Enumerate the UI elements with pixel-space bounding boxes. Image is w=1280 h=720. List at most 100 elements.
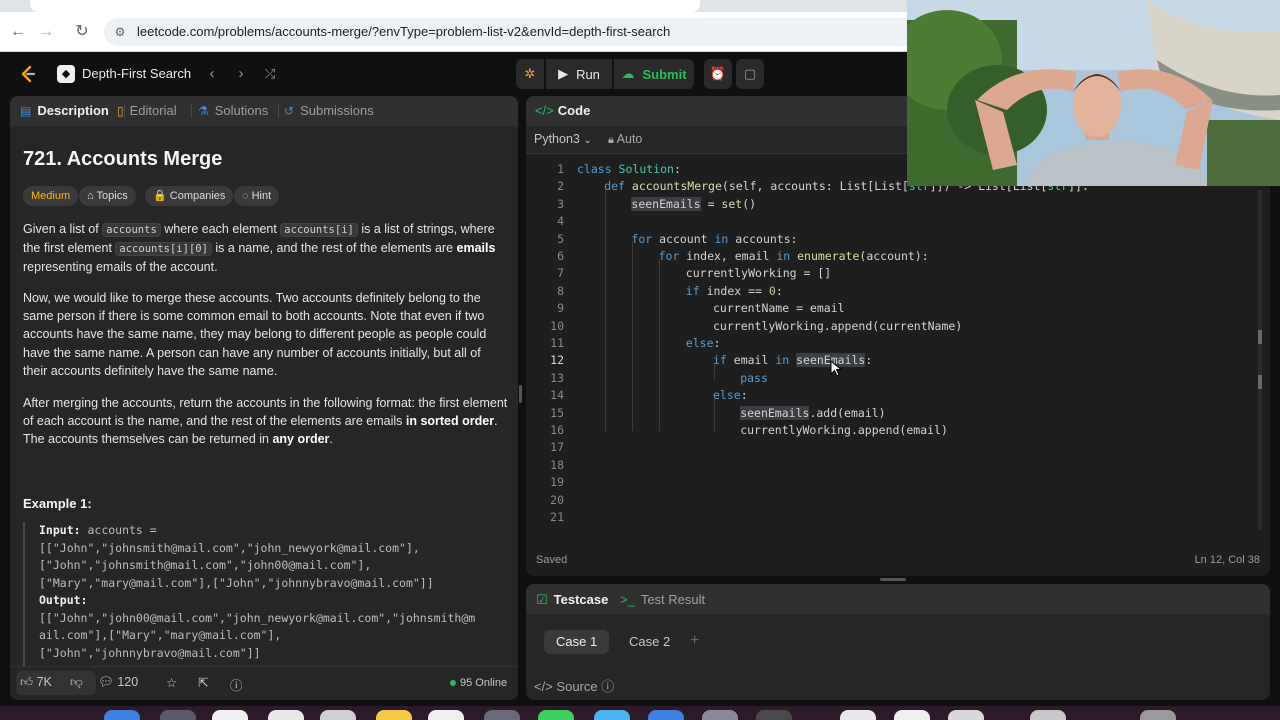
language-select[interactable]: Python3 ⌄ bbox=[534, 132, 592, 146]
code-line[interactable]: else: bbox=[713, 388, 748, 402]
terminal-icon: >_ bbox=[620, 592, 635, 607]
dock-app-icon[interactable] bbox=[948, 710, 984, 720]
case-1-tab[interactable]: Case 1 bbox=[544, 630, 610, 654]
next-problem-icon[interactable]: › bbox=[232, 64, 250, 84]
tab-submissions[interactable]: ↺ Submissions bbox=[284, 103, 374, 118]
star-icon[interactable]: ☆ bbox=[166, 675, 177, 690]
tab-testcase[interactable]: ☑ Testcase bbox=[536, 592, 608, 608]
help-icon[interactable]: ⓘ bbox=[230, 675, 243, 694]
indent-guide bbox=[659, 259, 660, 431]
dock-app-icon[interactable] bbox=[1030, 710, 1066, 720]
dock-app-icon[interactable] bbox=[160, 710, 196, 720]
forward-icon[interactable]: → bbox=[36, 22, 56, 42]
cloud-upload-icon: ☁ bbox=[621, 66, 635, 81]
line-number: 15 bbox=[550, 405, 564, 420]
dock-app-icon[interactable] bbox=[268, 710, 304, 720]
comments-button[interactable]: 💬︎ 120 bbox=[98, 675, 138, 690]
testcase-tabs: ☑ Testcase >_ Test Result bbox=[526, 584, 1270, 614]
line-number: 4 bbox=[557, 214, 564, 229]
example-title: Example 1: bbox=[23, 496, 92, 511]
dock-app-icon[interactable] bbox=[376, 710, 412, 720]
add-case-icon[interactable]: + bbox=[690, 632, 699, 650]
line-number: 14 bbox=[550, 388, 564, 403]
back-icon[interactable]: ← bbox=[8, 22, 28, 42]
webcam-overlay bbox=[907, 0, 1280, 186]
code-area[interactable]: 1 2 3 4 5 6 7 8 9 10 11 12 13 14 15 16 17 18 19 20 21 class S… bbox=[526, 160, 1270, 540]
dock-app-icon[interactable] bbox=[840, 710, 876, 720]
dock-app-icon[interactable] bbox=[428, 710, 464, 720]
dock-app-icon[interactable] bbox=[484, 710, 520, 720]
problem-list-title[interactable]: Depth-First Search bbox=[82, 66, 191, 81]
lock-icon: 🔒︎ bbox=[608, 134, 614, 146]
timer-icon[interactable]: ⏰ bbox=[704, 59, 732, 89]
indent-guide bbox=[632, 241, 633, 431]
tab-editorial[interactable]: ▯ Editorial bbox=[117, 103, 177, 118]
code-line[interactable]: if email in seenEmails: bbox=[713, 353, 872, 368]
like-button[interactable]: 👍︎ 7K bbox=[20, 675, 52, 690]
problem-list-icon[interactable]: ◆ bbox=[57, 65, 75, 83]
editor-scrollbar[interactable] bbox=[1258, 190, 1262, 530]
dock-app-icon[interactable] bbox=[212, 710, 248, 720]
tab-solutions[interactable]: ⚗ Solutions bbox=[198, 103, 268, 118]
flask-icon: ⚗ bbox=[198, 104, 209, 118]
case-2-tab[interactable]: Case 2 bbox=[617, 630, 682, 654]
reload-icon[interactable]: ↻ bbox=[72, 22, 92, 42]
code-line[interactable]: seenEmails.add(email) bbox=[740, 405, 886, 420]
example-output-line: [["John","john00@mail.com","john_newyork… bbox=[39, 610, 476, 625]
line-number: 13 bbox=[550, 370, 564, 385]
leetcode-logo-icon[interactable] bbox=[18, 64, 38, 84]
companies-button[interactable]: 🔒 Companies bbox=[145, 186, 234, 206]
debug-icon[interactable]: ✲ bbox=[516, 59, 544, 89]
submit-button[interactable]: ☁ Submit bbox=[614, 59, 694, 89]
dock-app-icon[interactable] bbox=[538, 710, 574, 720]
prev-problem-icon[interactable]: ‹ bbox=[203, 64, 221, 84]
topics-button[interactable]: ⌂ Topics bbox=[79, 186, 136, 206]
code-line[interactable]: else: bbox=[686, 336, 721, 350]
tab-test-result[interactable]: >_ Test Result bbox=[620, 592, 705, 607]
lock-icon: 🔒 bbox=[153, 190, 167, 202]
dock-app-icon[interactable] bbox=[1140, 710, 1176, 720]
example-block: Input: accounts = [["John","johnsmith@ma… bbox=[23, 522, 513, 670]
run-button[interactable]: ▶ Run bbox=[546, 59, 612, 89]
code-line[interactable]: currentlyWorking = [] bbox=[686, 266, 831, 280]
online-dot bbox=[450, 680, 456, 687]
code-line[interactable]: for index, email in enumerate(account): bbox=[659, 249, 929, 263]
problem-title[interactable]: 721. Accounts Merge bbox=[23, 148, 222, 171]
dock-app-icon[interactable] bbox=[756, 710, 792, 720]
code-line[interactable]: pass bbox=[740, 371, 768, 385]
address-bar[interactable]: ⚙ leetcode.com/problems/accounts-merge/?… bbox=[104, 18, 1004, 46]
vertical-splitter[interactable] bbox=[519, 385, 522, 403]
dock-app-icon[interactable] bbox=[594, 710, 630, 720]
dock bbox=[0, 706, 1280, 720]
notes-icon[interactable]: ▢ bbox=[736, 59, 764, 89]
dock-app-icon[interactable] bbox=[894, 710, 930, 720]
horizontal-splitter[interactable] bbox=[880, 578, 906, 581]
dock-app-icon[interactable] bbox=[320, 710, 356, 720]
share-icon[interactable]: ⇱ bbox=[198, 675, 208, 690]
code-tab[interactable]: </> Code bbox=[535, 103, 590, 118]
shuffle-icon[interactable]: ⤮ bbox=[261, 64, 279, 84]
hint-button[interactable]: ◌ Hint bbox=[234, 186, 280, 206]
code-line[interactable]: for account in accounts: bbox=[631, 232, 797, 246]
line-number: 20 bbox=[550, 492, 564, 507]
dock-app-icon[interactable] bbox=[702, 710, 738, 720]
address-url[interactable]: leetcode.com/problems/accounts-merge/?en… bbox=[137, 24, 670, 39]
dislike-icon[interactable]: 👎︎ bbox=[70, 675, 83, 690]
source-toggle[interactable]: </> Source ⓘ bbox=[534, 676, 614, 695]
example-output-line: ail.com"],["Mary","mary@mail.com"], bbox=[39, 628, 282, 642]
code-line[interactable]: currentlyWorking.append(currentName) bbox=[713, 319, 962, 333]
indent-guide bbox=[714, 398, 715, 432]
browser-active-tab[interactable] bbox=[30, 0, 700, 12]
checkbox-icon: ☑ bbox=[536, 592, 548, 607]
description-paragraph-1: Given a list of accounts where each elem… bbox=[23, 222, 496, 275]
code-line[interactable]: seenEmails = set() bbox=[631, 196, 756, 211]
dock-app-icon[interactable] bbox=[648, 710, 684, 720]
code-line[interactable]: currentlyWorking.append(email) bbox=[740, 423, 948, 437]
tab-description[interactable]: ▤ Description bbox=[20, 103, 109, 118]
dock-app-icon[interactable] bbox=[104, 710, 140, 720]
code-line[interactable]: class Solution: bbox=[577, 162, 681, 176]
code-line[interactable]: currentName = email bbox=[713, 301, 845, 315]
site-info-icon[interactable]: ⚙ bbox=[112, 24, 128, 40]
code-line[interactable]: if index == 0: bbox=[686, 284, 783, 298]
auto-mode-toggle[interactable]: 🔒︎ Auto bbox=[608, 132, 642, 147]
